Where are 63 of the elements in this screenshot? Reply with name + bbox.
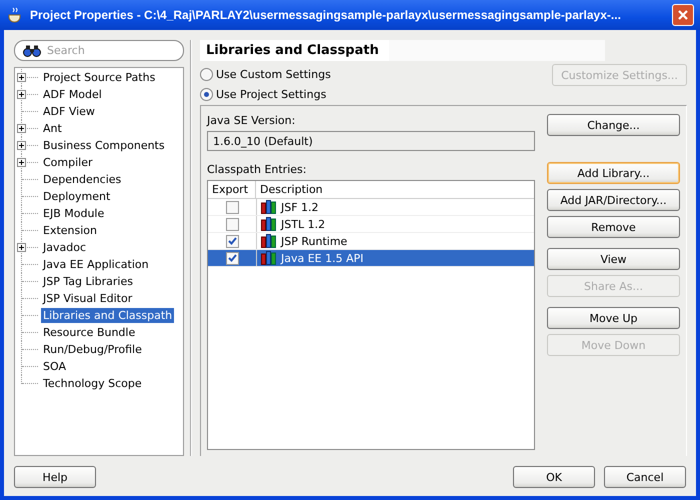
tree-item[interactable]: JSP Visual Editor <box>41 291 134 306</box>
expand-icon[interactable] <box>17 73 26 82</box>
tree-item[interactable]: ADF View <box>41 104 97 119</box>
export-checkbox[interactable] <box>226 218 238 230</box>
table-row[interactable]: JSF 1.2 <box>208 199 534 216</box>
binoculars-icon <box>23 44 41 56</box>
tree-item[interactable]: Extension <box>41 223 100 238</box>
books-icon <box>261 234 277 248</box>
tree-item[interactable]: Project Source Paths <box>41 70 158 85</box>
search-input[interactable]: Search <box>47 44 175 57</box>
change-button[interactable]: Change... <box>547 114 680 136</box>
radio-option[interactable]: Use Custom Settings <box>200 67 331 81</box>
close-icon <box>677 9 689 21</box>
tree-item[interactable]: SOA <box>41 359 68 374</box>
action-button[interactable]: Add Library... <box>547 162 680 184</box>
books-icon <box>261 251 277 265</box>
library-name: JSF 1.2 <box>281 200 319 214</box>
help-button[interactable]: Help <box>14 466 96 488</box>
action-button[interactable]: Remove <box>547 216 680 238</box>
column-header[interactable]: Description <box>256 181 534 198</box>
page-title: Libraries and Classpath <box>200 40 389 61</box>
search-field[interactable]: Search <box>14 40 184 61</box>
java-version-label: Java SE Version: <box>207 114 296 127</box>
tree-item[interactable]: Libraries and Classpath <box>41 308 174 323</box>
action-button[interactable]: Add JAR/Directory... <box>547 189 680 211</box>
library-name: Java EE 1.5 API <box>281 252 364 264</box>
classpath-label: Classpath Entries: <box>207 163 308 176</box>
expand-icon[interactable] <box>17 90 26 99</box>
tree-item[interactable]: Ant <box>41 121 64 136</box>
tree-item[interactable]: Javadoc <box>41 240 88 255</box>
cancel-button[interactable]: Cancel <box>604 466 686 488</box>
window-title: Project Properties - C:\4_Raj\PARLAY2\usermessagingsample-parlayx\usermessagingsample-parlayx-... <box>30 8 622 22</box>
export-checkbox[interactable] <box>226 252 238 264</box>
table-row[interactable]: JSTL 1.2 <box>208 216 534 233</box>
expand-icon[interactable] <box>17 124 26 133</box>
tree-item[interactable]: Dependencies <box>41 172 124 187</box>
tree-item[interactable]: Java EE Application <box>41 257 151 272</box>
tree-item[interactable]: Deployment <box>41 189 112 204</box>
radio-option[interactable]: Use Project Settings <box>200 87 331 101</box>
expand-icon[interactable] <box>17 243 26 252</box>
export-checkbox[interactable] <box>226 200 238 214</box>
tree-item[interactable]: Technology Scope <box>41 376 144 391</box>
library-name: JSP Runtime <box>281 234 348 248</box>
tree-item[interactable]: Resource Bundle <box>41 325 138 340</box>
table-row[interactable]: Java EE 1.5 API <box>208 250 534 267</box>
tree-item[interactable]: JSP Tag Libraries <box>41 274 135 289</box>
tree-item[interactable]: Business Components <box>41 138 167 153</box>
export-checkbox[interactable] <box>226 234 238 248</box>
ok-button[interactable]: OK <box>513 466 595 488</box>
tree-item[interactable]: Compiler <box>41 155 95 170</box>
books-icon <box>261 200 277 214</box>
action-button[interactable]: Move Up <box>547 307 680 329</box>
tree-item[interactable]: Run/Debug/Profile <box>41 342 144 357</box>
expand-icon[interactable] <box>17 158 26 167</box>
expand-icon[interactable] <box>17 141 26 150</box>
tree-item[interactable]: EJB Module <box>41 206 106 221</box>
books-icon <box>261 217 277 231</box>
column-header[interactable]: Export <box>208 181 256 198</box>
action-button[interactable]: View <box>547 248 680 270</box>
close-button[interactable] <box>672 4 694 26</box>
java-version-field: 1.6.0_10 (Default) <box>207 131 535 151</box>
tree-item[interactable]: ADF Model <box>41 87 104 102</box>
library-name: JSTL 1.2 <box>281 218 326 230</box>
